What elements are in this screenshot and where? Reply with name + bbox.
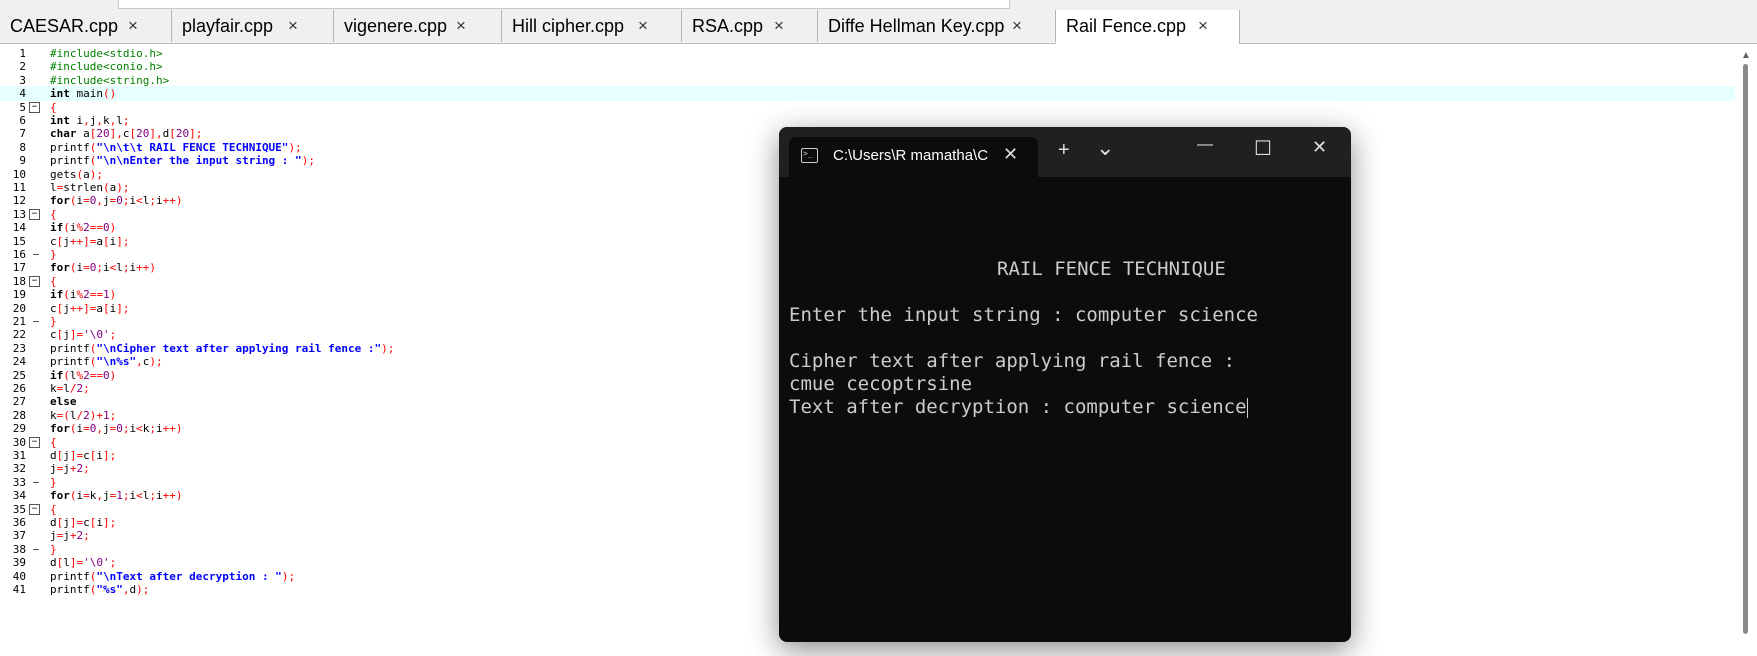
tab-rail-fence[interactable]: Rail Fence.cpp ×: [1056, 10, 1240, 44]
tab-label: vigenere.cpp: [344, 16, 448, 36]
close-window-button[interactable]: ✕: [1312, 137, 1327, 158]
scroll-up-icon[interactable]: ▲: [1741, 50, 1751, 61]
chevron-down-icon[interactable]: ⌄: [1096, 135, 1114, 161]
terminal-last-line: Text after decryption : computer science: [789, 396, 1247, 418]
terminal-line: RAIL FENCE TECHNIQUE: [997, 258, 1226, 280]
terminal-line: Enter the input string : computer scienc…: [789, 304, 1258, 326]
fold-toggle-icon[interactable]: −: [29, 208, 40, 220]
close-icon[interactable]: ×: [128, 10, 138, 42]
terminal-tab[interactable]: C:\Users\R mamatha\C ✕: [789, 137, 1038, 177]
fold-toggle-icon[interactable]: −: [29, 101, 40, 113]
terminal-line: Cipher text after applying rail fence :: [789, 350, 1236, 372]
tab-label: RSA.cpp: [692, 16, 764, 36]
text-cursor: [1246, 398, 1248, 418]
tab-rsa[interactable]: RSA.cpp ×: [682, 10, 818, 42]
tab-label: CAESAR.cpp: [10, 16, 119, 36]
toolbar-box: [118, 0, 1010, 9]
fold-end-marker: [33, 254, 39, 255]
close-icon[interactable]: ×: [288, 10, 298, 42]
tab-label: playfair.cpp: [182, 16, 274, 36]
fold-toggle-icon[interactable]: −: [29, 436, 40, 448]
top-strip: [0, 0, 1757, 10]
tab-hill-cipher[interactable]: Hill cipher.cpp ×: [502, 10, 682, 42]
fold-toggle-icon[interactable]: −: [29, 503, 40, 515]
terminal-window[interactable]: C:\Users\R mamatha\C ✕ + ⌄ — ☐ ✕ RAIL FE…: [779, 127, 1351, 642]
line-number: 41: [12, 583, 26, 596]
code-text: printf("%s",d);: [50, 583, 150, 596]
close-icon[interactable]: ✕: [1003, 144, 1018, 165]
tab-label: Rail Fence.cpp: [1066, 16, 1187, 36]
fold-toggle-icon[interactable]: −: [29, 275, 40, 287]
tab-label: Hill cipher.cpp: [512, 16, 625, 36]
terminal-tab-title: C:\Users\R mamatha\C: [833, 147, 989, 164]
close-icon[interactable]: ×: [1012, 10, 1022, 42]
minimize-button[interactable]: —: [1197, 136, 1213, 154]
close-icon[interactable]: ×: [1198, 10, 1208, 42]
tab-vigenere[interactable]: vigenere.cpp ×: [334, 10, 502, 42]
close-icon[interactable]: ×: [456, 10, 466, 42]
vertical-scrollbar[interactable]: ▲: [1735, 44, 1757, 656]
fold-end-marker: [33, 321, 39, 322]
fold-end-marker: [33, 481, 39, 483]
terminal-line: cmue cecoptrsine: [789, 373, 973, 395]
maximize-button[interactable]: ☐: [1254, 136, 1272, 161]
terminal-line: Text after decryption : computer science: [789, 396, 1248, 419]
editor-tab-bar: CAESAR.cpp × playfair.cpp × vigenere.cpp…: [0, 10, 1757, 44]
terminal-title-bar[interactable]: C:\Users\R mamatha\C ✕ + ⌄ — ☐ ✕: [779, 127, 1351, 177]
new-tab-button[interactable]: +: [1058, 139, 1070, 162]
fold-end-marker: [33, 548, 39, 550]
tab-caesar[interactable]: CAESAR.cpp ×: [0, 10, 172, 42]
tab-label: Diffe Hellman Key.cpp: [828, 16, 1005, 36]
close-icon[interactable]: ×: [774, 10, 784, 42]
tab-playfair[interactable]: playfair.cpp ×: [172, 10, 334, 42]
close-icon[interactable]: ×: [638, 10, 648, 42]
tab-diffie-hellman[interactable]: Diffe Hellman Key.cpp ×: [818, 10, 1056, 42]
terminal-icon: [801, 148, 818, 163]
scroll-thumb[interactable]: [1743, 64, 1748, 634]
